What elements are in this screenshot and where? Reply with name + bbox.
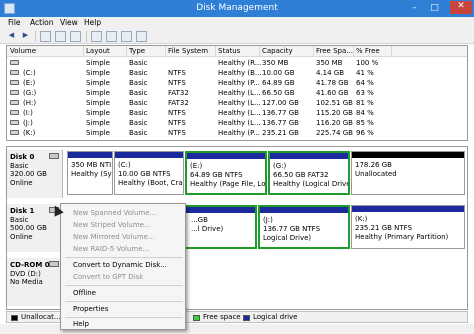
drive-icon bbox=[10, 100, 19, 105]
partition-c[interactable]: (C:) 10.00 GB NTFS Healthy (Boot, Crasl bbox=[114, 151, 184, 195]
menu-separator bbox=[65, 257, 183, 258]
legend-free-space: Free space bbox=[203, 313, 241, 321]
menu-bar: File Action View Help bbox=[0, 17, 474, 29]
delete-icon[interactable] bbox=[106, 31, 117, 42]
drive-icon bbox=[10, 60, 19, 65]
disk-0-label[interactable]: Disk 0 Basic 320.00 GB Online bbox=[7, 150, 63, 198]
drive-icon bbox=[10, 80, 19, 85]
menu-action[interactable]: Action bbox=[30, 18, 54, 27]
drive-icon bbox=[10, 70, 19, 75]
check-icon[interactable] bbox=[121, 31, 132, 42]
legend-swatch-free-space bbox=[193, 315, 200, 321]
volume-row[interactable]: (I:) Simple Basic NTFS Healthy (L... 136… bbox=[7, 108, 467, 118]
column-header-volume[interactable]: Volume bbox=[10, 47, 36, 55]
partition-e[interactable]: (E:) 64.89 GB NTFS Healthy (Page File, L… bbox=[185, 151, 267, 195]
connect-disk-icon[interactable] bbox=[91, 31, 102, 42]
minimize-button[interactable]: – bbox=[408, 3, 421, 14]
toolbar: ◀ ▶ bbox=[0, 29, 474, 44]
drive-icon bbox=[10, 90, 19, 95]
menu-separator bbox=[65, 301, 183, 302]
dvd-drive-icon bbox=[49, 261, 59, 267]
partition-system-reserved[interactable]: 350 MB NTI Healthy (Sy bbox=[67, 151, 113, 195]
volume-row[interactable]: Simple Basic Healthy (R... 350 MB 350 MB… bbox=[7, 58, 467, 68]
view-icon[interactable] bbox=[136, 31, 147, 42]
menu-item-convert-to-gpt[interactable]: Convert to GPT Disk bbox=[61, 272, 185, 283]
column-header-capacity[interactable]: Capacity bbox=[262, 47, 293, 55]
menu-item-new-raid5-volume[interactable]: New RAID-5 Volume... bbox=[61, 244, 185, 255]
menu-item-new-spanned-volume[interactable]: New Spanned Volume... bbox=[61, 208, 185, 219]
menu-separator bbox=[65, 285, 183, 286]
volume-row[interactable]: (C:) Simple Basic NTFS Healthy (B... 10.… bbox=[7, 68, 467, 78]
menu-view[interactable]: View bbox=[60, 18, 78, 27]
drive-icon bbox=[10, 110, 19, 115]
volume-row[interactable]: (J:) Simple Basic NTFS Healthy (L... 136… bbox=[7, 118, 467, 128]
legend-unallocated: Unallocat... bbox=[21, 313, 61, 321]
title-bar: Disk Management – □ ✕ bbox=[0, 0, 474, 17]
volume-row[interactable]: (K:) Simple Basic NTFS Healthy (P... 235… bbox=[7, 128, 467, 138]
maximize-button[interactable]: □ bbox=[428, 3, 441, 14]
partition-g[interactable]: (G:) 66.50 GB FAT32 Healthy (Logical Dri… bbox=[268, 151, 350, 195]
column-header-free-space[interactable]: Free Spa... bbox=[316, 47, 353, 55]
menu-file[interactable]: File bbox=[8, 18, 21, 27]
legend-swatch-unallocated bbox=[11, 315, 18, 321]
menu-item-new-mirrored-volume[interactable]: New Mirrored Volume... bbox=[61, 232, 185, 243]
volume-list: Volume Layout Type File System Status Ca… bbox=[6, 45, 468, 141]
menu-item-properties[interactable]: Properties bbox=[61, 304, 185, 315]
hard-disk-icon bbox=[49, 153, 59, 159]
column-header-status[interactable]: Status bbox=[218, 47, 240, 55]
drive-icon bbox=[10, 120, 19, 125]
toolbar-separator bbox=[86, 31, 87, 42]
window-title: Disk Management bbox=[196, 3, 278, 13]
drive-icon bbox=[10, 130, 19, 135]
menu-help[interactable]: Help bbox=[84, 18, 101, 27]
column-header-type[interactable]: Type bbox=[129, 47, 145, 55]
close-button[interactable]: ✕ bbox=[450, 1, 472, 14]
toolbar-separator bbox=[35, 31, 36, 42]
volume-row[interactable]: (E:) Simple Basic NTFS Healthy (P... 64.… bbox=[7, 78, 467, 88]
menu-item-help[interactable]: Help bbox=[61, 319, 185, 330]
cd-rom-label[interactable]: CD-ROM 0 DVD (D:) No Media bbox=[7, 258, 63, 306]
menu-item-new-striped-volume[interactable]: New Striped Volume... bbox=[61, 220, 185, 231]
column-header-layout[interactable]: Layout bbox=[86, 47, 110, 55]
volume-row[interactable]: (G:) Simple Basic FAT32 Healthy (L... 66… bbox=[7, 88, 467, 98]
partition-unallocated[interactable]: 178.26 GB Unallocated bbox=[351, 151, 465, 195]
partition-k[interactable]: (K:) 235.21 GB NTFS Healthy (Primary Par… bbox=[351, 205, 465, 249]
column-header-file-system[interactable]: File System bbox=[168, 47, 208, 55]
properties-icon[interactable] bbox=[55, 31, 66, 42]
partition-j[interactable]: (J:) 136.77 GB NTFS Logical Drive) bbox=[258, 205, 350, 249]
show-hide-tree-icon[interactable] bbox=[40, 31, 51, 42]
column-header-percent-free[interactable]: % Free bbox=[356, 47, 380, 55]
back-icon[interactable]: ◀ bbox=[6, 31, 17, 42]
legend-logical-drive: Logical drive bbox=[253, 313, 298, 321]
context-menu: New Spanned Volume... New Striped Volume… bbox=[60, 203, 186, 330]
legend-swatch-logical-drive bbox=[243, 315, 250, 321]
volume-list-header: Volume Layout Type File System Status Ca… bbox=[7, 46, 467, 57]
menu-item-convert-to-dynamic[interactable]: Convert to Dynamic Disk... bbox=[61, 260, 185, 271]
menu-separator bbox=[65, 317, 183, 318]
help-icon[interactable] bbox=[70, 31, 81, 42]
forward-icon[interactable]: ▶ bbox=[20, 31, 31, 42]
menu-item-offline[interactable]: Offline bbox=[61, 288, 185, 299]
volume-row[interactable]: (H:) Simple Basic FAT32 Healthy (L... 12… bbox=[7, 98, 467, 108]
